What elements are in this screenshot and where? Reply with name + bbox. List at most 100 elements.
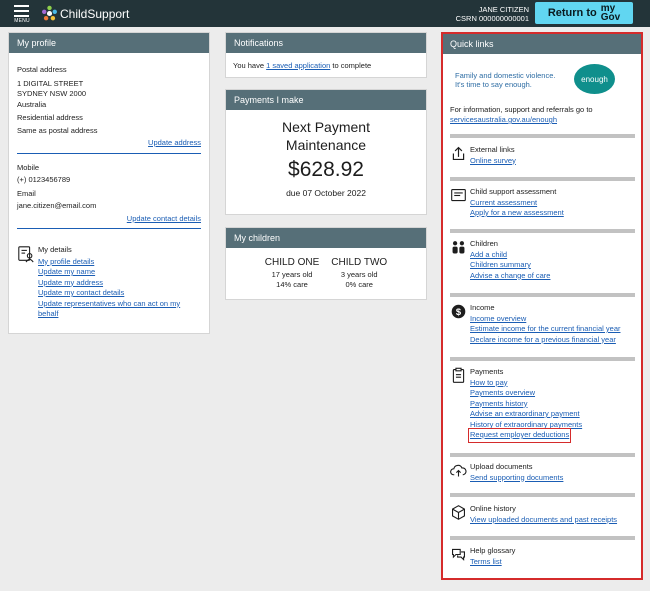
payments-overview-link[interactable]: Payments overview — [470, 388, 535, 397]
app-logo[interactable]: ChildSupport — [41, 5, 129, 22]
section-title: Online history — [470, 504, 516, 513]
section-title: Upload documents — [470, 462, 533, 471]
divider — [17, 152, 201, 154]
child-age: 17 years old — [271, 270, 313, 279]
declare-income-link[interactable]: Declare income for a previous financial … — [470, 335, 616, 344]
apply-new-assessment-link[interactable]: Apply for a new assessment — [470, 208, 564, 217]
child-care: 14% care — [276, 280, 308, 289]
email-value: jane.citizen@email.com — [17, 201, 97, 210]
notifications-card: Notifications You have 1 saved applicati… — [225, 32, 427, 78]
section-divider — [450, 453, 635, 457]
profile-details-icon — [18, 246, 34, 263]
child-item: CHILD ONE 17 years old 14% care — [265, 257, 319, 290]
residential-address-label: Residential address — [17, 113, 83, 122]
enough-link[interactable]: servicesaustralia.gov.au/enough — [450, 115, 557, 124]
section-divider — [450, 229, 635, 233]
extraordinary-payment-link[interactable]: Advise an extraordinary payment — [470, 409, 580, 418]
section-history: Online history View uploaded documents a… — [450, 504, 640, 525]
how-to-pay-link[interactable]: How to pay — [470, 378, 508, 387]
quick-links-title: Quick links — [443, 34, 641, 54]
email-label: Email — [17, 188, 36, 198]
user-name: JANE CITIZEN — [478, 5, 529, 14]
banner-line-1: Family and domestic violence. — [455, 71, 556, 80]
postal-line-1: 1 DIGITAL STREET — [17, 78, 84, 88]
children-title: My children — [226, 228, 426, 248]
terms-list-link[interactable]: Terms list — [470, 557, 502, 566]
child-item: CHILD TWO 3 years old 0% care — [331, 257, 387, 290]
info-text: For information, support and referrals g… — [450, 105, 636, 125]
section-title: Income — [470, 303, 495, 312]
upload-icon — [450, 464, 467, 477]
saved-application-link[interactable]: 1 saved application — [266, 61, 330, 70]
update-contact-details-link[interactable]: Update contact details — [127, 214, 201, 223]
quick-links-panel: Quick links Family and domestic violence… — [441, 32, 643, 580]
hamburger-icon-bar — [14, 15, 29, 17]
children-card: My children CHILD ONE 17 years old 14% c… — [225, 227, 427, 300]
extraordinary-history-link[interactable]: History of extraordinary payments — [470, 420, 582, 429]
next-payment-label: Next Payment — [282, 119, 370, 135]
chat-icon — [451, 548, 466, 561]
clipboard-icon — [452, 367, 465, 383]
info-text-line: For information, support and referrals g… — [450, 105, 593, 114]
childsupport-logo-icon — [42, 5, 57, 21]
section-help: Help glossary Terms list — [450, 546, 640, 567]
dollar-icon: $ — [451, 304, 466, 319]
section-divider — [450, 177, 635, 181]
my-profile-card: My profile Postal address 1 DIGITAL STRE… — [8, 32, 210, 334]
residential-address-value: Same as postal address — [17, 125, 98, 135]
enough-logo: enough — [574, 64, 615, 94]
section-upload: Upload documents Send supporting documen… — [450, 462, 640, 483]
child-name: CHILD TWO — [331, 257, 388, 268]
app-name: ChildSupport — [60, 6, 130, 21]
section-title: External links — [470, 145, 515, 154]
send-supporting-documents-link[interactable]: Send supporting documents — [470, 473, 563, 482]
external-link-icon — [452, 146, 465, 161]
section-divider — [450, 493, 635, 497]
notification-suffix: to complete — [332, 61, 372, 70]
user-csrn: CSRN 000000000001 — [455, 14, 529, 23]
current-assessment-link[interactable]: Current assessment — [470, 198, 537, 207]
top-bar: MENU ChildSupport JANE CITIZEN CSRN 0000… — [0, 0, 650, 27]
child-age: 3 years old — [340, 270, 378, 279]
payments-history-link[interactable]: Payments history — [470, 399, 528, 408]
update-address-link[interactable]: Update address — [148, 138, 201, 147]
estimate-income-link[interactable]: Estimate income for the current financia… — [470, 324, 620, 333]
my-profile-title: My profile — [9, 33, 209, 53]
return-to-mygov-button[interactable]: Return to my Gov — [535, 2, 633, 24]
mobile-label: Mobile — [17, 162, 40, 172]
box-icon — [451, 505, 466, 520]
payments-card: Payments I make Next Payment Maintenance… — [225, 89, 427, 215]
update-my-address-link[interactable]: Update my address — [38, 278, 103, 287]
section-divider — [450, 357, 635, 361]
section-title: Child support assessment — [470, 187, 557, 196]
update-representatives-link[interactable]: Update representatives who can act on my — [38, 299, 180, 308]
payment-amount: $628.92 — [288, 158, 364, 181]
online-survey-link[interactable]: Online survey — [470, 156, 516, 165]
section-divider — [450, 134, 635, 138]
section-divider — [450, 536, 635, 540]
my-details-title: My details — [38, 245, 72, 254]
add-child-link[interactable]: Add a child — [470, 250, 507, 259]
child-name: CHILD ONE — [264, 257, 320, 268]
hamburger-icon-bar — [14, 10, 29, 12]
section-title: Payments — [470, 367, 504, 376]
update-my-name-link[interactable]: Update my name — [38, 267, 95, 276]
section-title: Help glossary — [470, 546, 516, 555]
enough-banner[interactable]: Family and domestic violence. It's time … — [455, 71, 555, 89]
section-divider — [450, 293, 635, 297]
update-my-contact-details-link[interactable]: Update my contact details — [38, 288, 124, 297]
menu-button[interactable]: MENU — [13, 5, 31, 24]
payment-type: Maintenance — [285, 137, 367, 153]
update-representatives-link-cont[interactable]: behalf — [38, 309, 58, 318]
my-profile-details-link[interactable]: My profile details — [38, 257, 94, 266]
change-of-care-link[interactable]: Advise a change of care — [470, 271, 550, 280]
view-uploaded-documents-link[interactable]: View uploaded documents and past receipt… — [470, 515, 617, 524]
postal-line-2: SYDNEY NSW 2000 — [17, 89, 87, 98]
payments-title: Payments I make — [226, 90, 426, 110]
request-employer-deductions-link[interactable]: Request employer deductions — [467, 428, 572, 443]
child-care: 0% care — [345, 280, 373, 289]
children-icon — [452, 241, 465, 254]
income-overview-link[interactable]: Income overview — [470, 314, 526, 323]
section-children: Children Add a child Children summary Ad… — [450, 239, 640, 281]
children-summary-link[interactable]: Children summary — [470, 260, 531, 269]
